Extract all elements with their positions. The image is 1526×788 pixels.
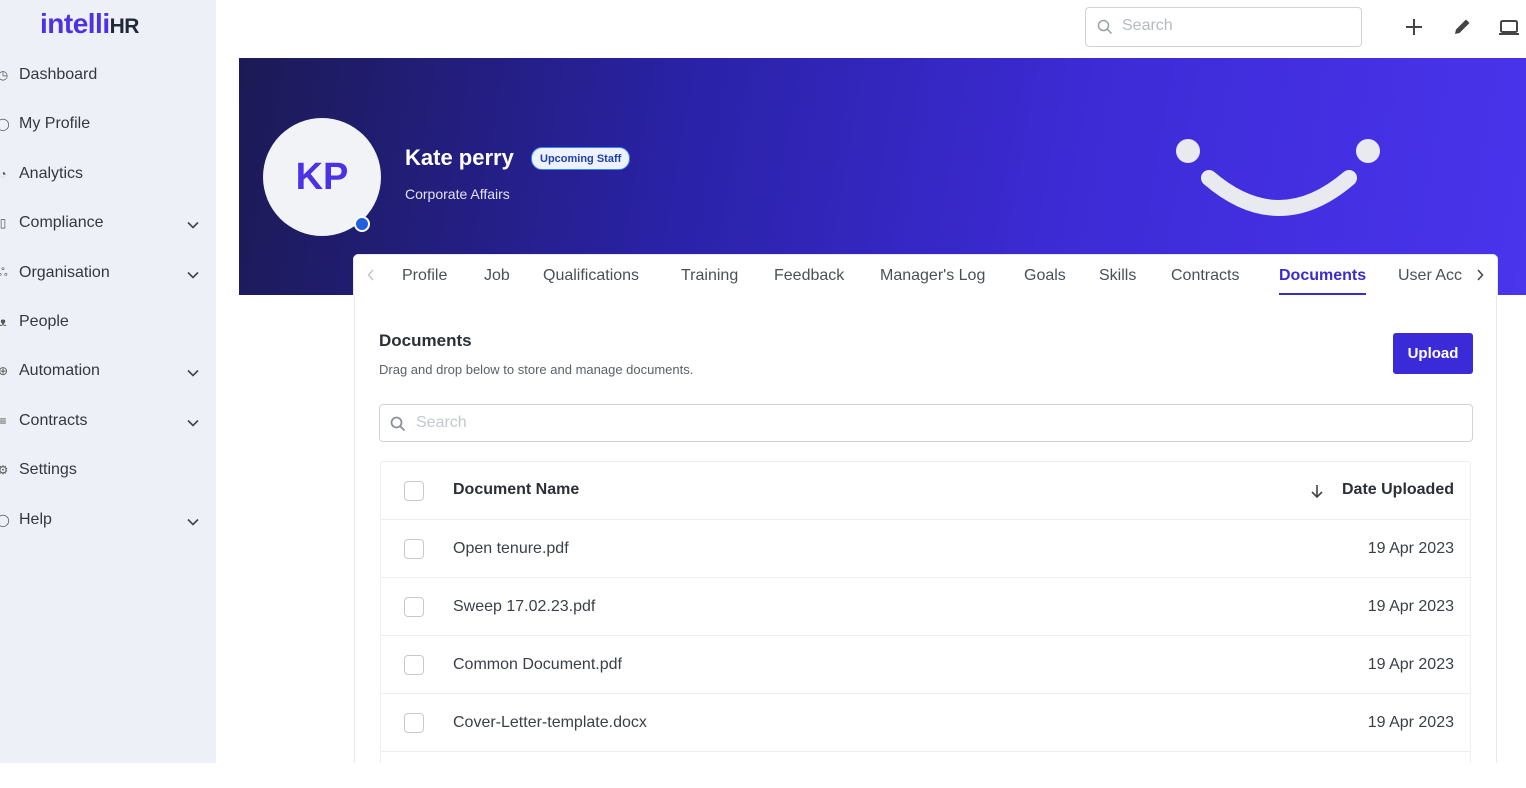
tab-job[interactable]: Job — [484, 267, 510, 285]
tab-feedback[interactable]: Feedback — [774, 267, 844, 285]
documents-subtitle: Drag and drop below to store and manage … — [379, 362, 694, 377]
table-row[interactable]: Common Document.pdf 19 Apr 2023 — [381, 636, 1470, 694]
tab-training[interactable]: Training — [681, 267, 738, 285]
sidebar-item-organisation[interactable]: ஃ Organisation — [0, 255, 216, 291]
laptop-icon[interactable] — [1496, 14, 1522, 40]
documents-title: Documents — [379, 331, 472, 350]
global-search-input[interactable] — [1122, 17, 1352, 35]
tabs-scroll-left[interactable] — [364, 267, 378, 283]
logo-main: intelli — [40, 8, 110, 39]
sidebar-item-label: Compliance — [19, 214, 104, 231]
automation-icon: ⊕ — [0, 364, 9, 378]
tab-skills[interactable]: Skills — [1099, 267, 1136, 285]
sidebar-item-label: Dashboard — [19, 66, 98, 83]
people-icon: ᴥ — [0, 315, 7, 329]
dashboard-icon: ◷ — [0, 68, 9, 82]
search-icon — [1097, 19, 1113, 35]
document-name-cell[interactable]: Open tenure.pdf — [453, 540, 569, 558]
table-row[interactable]: Open tenure.pdf 19 Apr 2023 — [381, 520, 1470, 578]
chevron-down-icon[interactable] — [185, 365, 201, 381]
tab-profile[interactable]: Profile — [402, 267, 447, 285]
help-icon: ◯ — [0, 513, 10, 527]
date-uploaded-cell: 19 Apr 2023 — [1367, 714, 1454, 731]
sidebar-item-label: My Profile — [19, 115, 91, 132]
org-icon: ஃ — [0, 265, 8, 279]
clipboard-icon: ▯ — [0, 216, 7, 230]
tab-goals[interactable]: Goals — [1024, 267, 1066, 285]
sidebar-item-compliance[interactable]: ▯ Compliance — [0, 205, 216, 241]
plus-icon[interactable] — [1401, 14, 1427, 40]
sidebar-item-label: Organisation — [19, 264, 110, 281]
profile-name: Kate perry — [405, 145, 514, 170]
select-all-checkbox[interactable] — [404, 481, 424, 501]
pencil-icon[interactable] — [1449, 14, 1475, 40]
table-header-row: Document Name Date Uploaded — [381, 462, 1470, 520]
sidebar-item-label: Analytics — [19, 165, 84, 182]
logo-suffix: HR — [109, 15, 140, 38]
sidebar-item-settings[interactable]: ⚙ Settings — [0, 452, 216, 488]
sidebar-item-help[interactable]: ◯ Help — [0, 502, 216, 538]
tab-qualifications[interactable]: Qualifications — [543, 267, 639, 285]
document-name-cell[interactable]: Cover-Letter-template.docx — [453, 714, 647, 732]
tab-managers-log[interactable]: Manager's Log — [880, 267, 985, 285]
date-uploaded-cell: 19 Apr 2023 — [1367, 540, 1454, 557]
tab-user-access[interactable]: User Acc — [1398, 267, 1462, 285]
documents-search-input[interactable] — [416, 414, 1456, 432]
profile-tabs: Profile Job Qualifications Training Feed… — [354, 255, 1497, 296]
tab-documents[interactable]: Documents — [1279, 267, 1366, 285]
document-name-cell[interactable]: Sweep 17.02.23.pdf — [453, 598, 595, 616]
sidebar-item-label: Settings — [19, 461, 77, 478]
document-name-cell[interactable]: Common Document.pdf — [453, 656, 622, 674]
chevron-down-icon[interactable] — [185, 514, 201, 530]
sidebar-item-my-profile[interactable]: ◯ My Profile — [0, 106, 216, 142]
upload-button[interactable]: Upload — [1393, 333, 1473, 374]
global-search[interactable] — [1085, 7, 1362, 47]
column-header-date-uploaded[interactable]: Date Uploaded — [1342, 481, 1454, 499]
chart-icon: ◔ — [0, 167, 7, 181]
sidebar-item-dashboard[interactable]: ◷ Dashboard — [0, 57, 216, 93]
sort-arrow-down-icon[interactable] — [1309, 482, 1325, 500]
tabs-scroll-right[interactable] — [1473, 267, 1487, 283]
documents-search[interactable] — [379, 404, 1473, 442]
row-checkbox[interactable] — [404, 655, 424, 675]
chevron-down-icon[interactable] — [185, 267, 201, 283]
search-icon — [390, 416, 406, 432]
status-badge: Upcoming Staff — [531, 147, 631, 170]
chevron-down-icon[interactable] — [185, 217, 201, 233]
contract-icon: ≡ — [0, 414, 7, 428]
sidebar-item-people[interactable]: ᴥ People — [0, 304, 216, 340]
tab-contracts[interactable]: Contracts — [1171, 267, 1239, 285]
table-row[interactable]: Cover-Letter-template.docx 19 Apr 2023 — [381, 694, 1470, 752]
sidebar-item-label: People — [19, 313, 69, 330]
table-row[interactable]: Sweep 17.02.23.pdf 19 Apr 2023 — [381, 578, 1470, 636]
row-checkbox[interactable] — [404, 539, 424, 559]
sidebar-item-label: Contracts — [19, 412, 88, 429]
chevron-left-icon — [367, 269, 374, 281]
sidebar: intelliHR ◷ Dashboard ◯ My Profile ◔ Ana… — [0, 0, 216, 763]
avatar-initials: KP — [295, 155, 349, 198]
sidebar-item-analytics[interactable]: ◔ Analytics — [0, 156, 216, 192]
presence-status-dot — [354, 216, 370, 232]
chevron-right-icon — [1477, 269, 1484, 281]
row-checkbox[interactable] — [404, 597, 424, 617]
active-tab-indicator — [1279, 293, 1366, 295]
sidebar-item-contracts[interactable]: ≡ Contracts — [0, 403, 216, 439]
date-uploaded-cell: 19 Apr 2023 — [1367, 598, 1454, 615]
user-icon: ◯ — [0, 117, 10, 131]
sidebar-item-label: Automation — [19, 362, 100, 379]
smile-logo-icon — [1176, 139, 1380, 216]
documents-table: Document Name Date Uploaded Open tenure.… — [380, 461, 1471, 763]
sidebar-item-automation[interactable]: ⊕ Automation — [0, 353, 216, 389]
settings-icon: ⚙ — [0, 463, 9, 477]
app-logo[interactable]: intelliHR — [40, 8, 139, 40]
sidebar-item-label: Help — [19, 511, 52, 528]
profile-department: Corporate Affairs — [405, 186, 510, 202]
app-root: intelliHR ◷ Dashboard ◯ My Profile ◔ Ana… — [0, 0, 1526, 788]
column-header-document-name[interactable]: Document Name — [453, 481, 579, 499]
chevron-down-icon[interactable] — [185, 415, 201, 431]
row-checkbox[interactable] — [404, 713, 424, 733]
date-uploaded-cell: 19 Apr 2023 — [1367, 656, 1454, 673]
